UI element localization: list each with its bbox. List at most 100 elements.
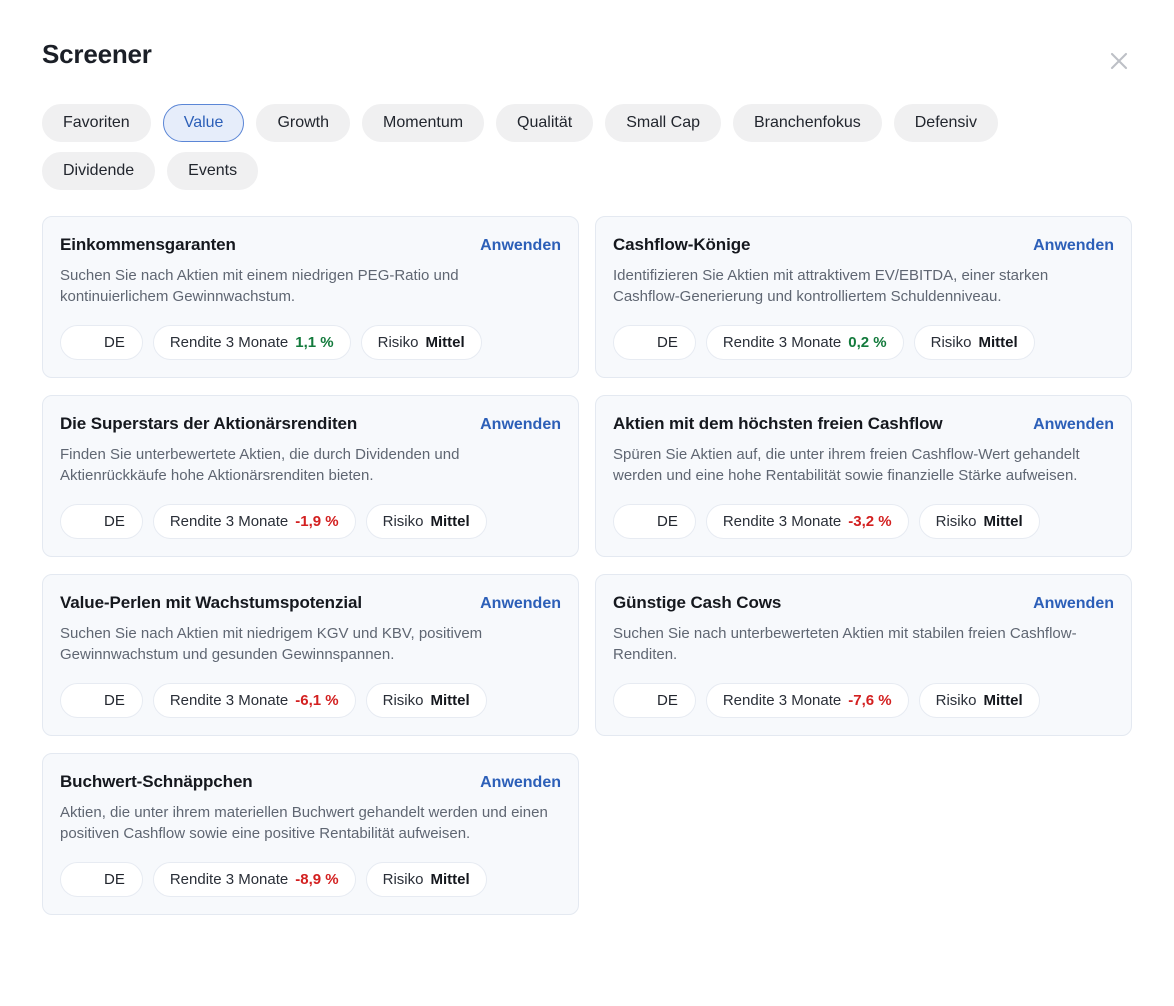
screener-card-grid: Einkommensgaranten Anwenden Suchen Sie nac…: [0, 216, 1174, 915]
country-badge: DE: [60, 325, 143, 360]
apply-link[interactable]: Anwenden: [480, 772, 561, 794]
risk-value: Mittel: [425, 334, 465, 351]
risk-label: Risiko: [935, 692, 977, 709]
flag-de-icon: [627, 694, 648, 708]
return-value: 1,1 %: [295, 334, 334, 351]
close-button[interactable]: [1102, 44, 1136, 78]
apply-link[interactable]: Anwenden: [480, 414, 561, 436]
country-badge: DE: [60, 862, 143, 897]
card-title: Buchwert-Schnäppchen: [60, 772, 253, 791]
risk-badge: Risiko Mittel: [365, 504, 487, 539]
return-value: -7,6 %: [848, 692, 892, 709]
card-metrics: DE Rendite 3 Monate -8,9 % Risiko Mittel: [60, 844, 561, 897]
country-code: DE: [657, 334, 678, 351]
country-code: DE: [104, 692, 125, 709]
filter-chip-branchenfokus[interactable]: Branchenfokus: [733, 104, 882, 142]
risk-label: Risiko: [382, 871, 424, 888]
return-label: Rendite 3 Monate: [169, 334, 289, 351]
risk-badge: Risiko Mittel: [365, 683, 487, 718]
card-title: Günstige Cash Cows: [613, 593, 782, 612]
screener-card[interactable]: Aktien mit dem höchsten freien Cashflow A…: [595, 395, 1132, 557]
apply-link[interactable]: Anwenden: [1033, 414, 1114, 436]
flag-de-icon: [627, 515, 648, 529]
filter-chip-favoriten[interactable]: Favoriten: [42, 104, 151, 142]
filter-chip-qualität[interactable]: Qualität: [496, 104, 594, 142]
return-badge: Rendite 3 Monate -1,9 %: [152, 504, 356, 539]
risk-label: Risiko: [935, 513, 977, 530]
screener-card[interactable]: Die Superstars der Aktionärsrenditen Anwe…: [42, 395, 579, 557]
card-title: Einkommensgaranten: [60, 235, 236, 254]
risk-value: Mittel: [430, 692, 470, 709]
screener-card[interactable]: Einkommensgaranten Anwenden Suchen Sie nac…: [42, 216, 579, 378]
card-description: Aktien, die unter ihrem materiellen Buch…: [60, 804, 548, 842]
return-value: -6,1 %: [295, 692, 339, 709]
flag-de-icon: [627, 336, 648, 350]
return-value: -3,2 %: [848, 513, 892, 530]
card-header: Value-Perlen mit Wachstumspotenzial Anwen…: [60, 591, 561, 615]
filter-chip-defensiv[interactable]: Defensiv: [893, 104, 998, 142]
screener-card[interactable]: Cashflow-Könige Anwenden Identifizieren Si…: [595, 216, 1132, 378]
flag-de-icon: [74, 336, 95, 350]
country-code: DE: [104, 871, 125, 888]
return-value: 0,2 %: [848, 334, 887, 351]
card-description: Suchen Sie nach Aktien mit einem niedrig…: [60, 267, 459, 305]
risk-label: Risiko: [382, 692, 424, 709]
country-code: DE: [104, 334, 125, 351]
card-title: Die Superstars der Aktionärsrenditen: [60, 414, 358, 433]
country-badge: DE: [613, 504, 696, 539]
return-value: -1,9 %: [295, 513, 339, 530]
filter-chip-events[interactable]: Events: [167, 152, 259, 190]
filter-chip-value[interactable]: Value: [162, 104, 245, 142]
flag-de-icon: [74, 873, 95, 887]
screener-card[interactable]: Value-Perlen mit Wachstumspotenzial Anwen…: [42, 574, 579, 736]
country-badge: DE: [60, 504, 143, 539]
card-header: Aktien mit dem höchsten freien Cashflow A…: [613, 412, 1114, 436]
page-title: Screener: [42, 39, 152, 69]
return-value: -8,9 %: [295, 871, 339, 888]
return-label: Rendite 3 Monate: [722, 692, 842, 709]
country-code: DE: [657, 692, 678, 709]
modal-header: Screener: [0, 0, 1174, 84]
return-badge: Rendite 3 Monate -3,2 %: [705, 504, 909, 539]
card-header: Cashflow-Könige Anwenden: [613, 233, 1114, 257]
filter-chip-list: Favoriten Value Growth Momentum Qualität Smal…: [0, 104, 1110, 190]
screener-card[interactable]: Günstige Cash Cows Anwenden Suchen Sie nac…: [595, 574, 1132, 736]
return-label: Rendite 3 Monate: [169, 513, 289, 530]
apply-link[interactable]: Anwenden: [480, 593, 561, 615]
screener-card[interactable]: Buchwert-Schnäppchen Anwenden Aktien, die …: [42, 753, 579, 915]
card-header: Die Superstars der Aktionärsrenditen Anwe…: [60, 412, 561, 436]
country-badge: DE: [613, 683, 696, 718]
card-metrics: DE Rendite 3 Monate -7,6 % Risiko Mittel: [613, 665, 1114, 718]
return-badge: Rendite 3 Monate -8,9 %: [152, 862, 356, 897]
filter-chip-small-cap[interactable]: Small Cap: [605, 104, 721, 142]
apply-link[interactable]: Anwenden: [480, 235, 561, 257]
apply-link[interactable]: Anwenden: [1033, 593, 1114, 615]
card-description: Suchen Sie nach Aktien mit niedrigem KGV…: [60, 625, 483, 663]
card-metrics: DE Rendite 3 Monate -6,1 % Risiko Mittel: [60, 665, 561, 718]
country-code: DE: [657, 513, 678, 530]
risk-value: Mittel: [983, 513, 1023, 530]
risk-badge: Risiko Mittel: [918, 504, 1040, 539]
country-badge: DE: [60, 683, 143, 718]
risk-badge: Risiko Mittel: [913, 325, 1035, 360]
card-description: Suchen Sie nach unterbewerteten Aktien m…: [613, 625, 1077, 663]
card-description: Finden Sie unterbewertete Aktien, die du…: [60, 446, 460, 484]
card-metrics: DE Rendite 3 Monate -1,9 % Risiko Mittel: [60, 486, 561, 539]
risk-label: Risiko: [930, 334, 972, 351]
flag-de-icon: [74, 694, 95, 708]
risk-badge: Risiko Mittel: [360, 325, 482, 360]
close-icon: [1107, 49, 1131, 73]
risk-badge: Risiko Mittel: [365, 862, 487, 897]
apply-link[interactable]: Anwenden: [1033, 235, 1114, 257]
card-title: Aktien mit dem höchsten freien Cashflow: [613, 414, 943, 433]
card-metrics: DE Rendite 3 Monate 1,1 % Risiko Mittel: [60, 307, 561, 360]
risk-label: Risiko: [382, 513, 424, 530]
filter-chip-momentum[interactable]: Momentum: [362, 104, 485, 142]
card-header: Einkommensgaranten Anwenden: [60, 233, 561, 257]
filter-chip-growth[interactable]: Growth: [256, 104, 351, 142]
card-header: Buchwert-Schnäppchen Anwenden: [60, 770, 561, 794]
card-description: Spüren Sie Aktien auf, die unter ihrem f…: [613, 446, 1080, 484]
filter-chip-dividende[interactable]: Dividende: [42, 152, 156, 190]
return-badge: Rendite 3 Monate 1,1 %: [152, 325, 351, 360]
country-badge: DE: [613, 325, 696, 360]
